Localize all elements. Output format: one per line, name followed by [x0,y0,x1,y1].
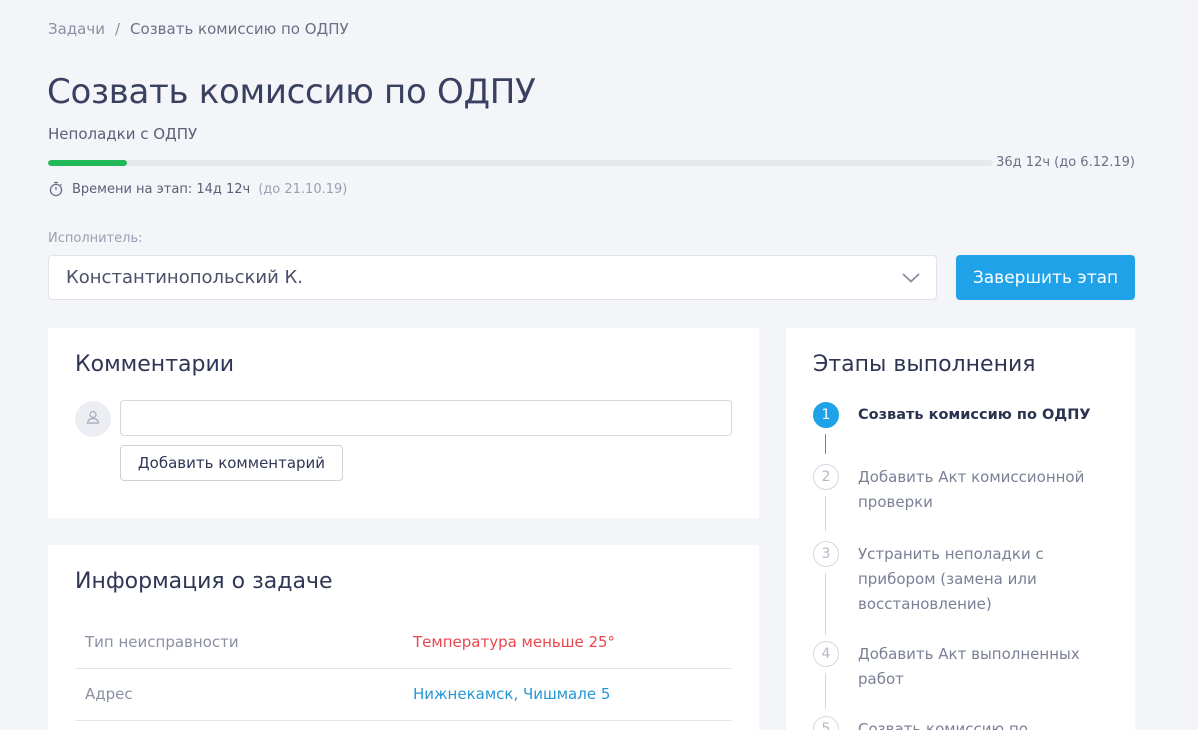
task-info-card: Информация о задаче Тип неисправности Те… [48,545,759,730]
stages-title: Этапы выполнения [813,352,1036,377]
step-label: Созвать комиссию по ОДПУ [858,407,1091,423]
comments-title: Комментарии [75,352,235,377]
finish-stage-button[interactable]: Завершить этап [956,255,1135,300]
task-info-title: Информация о задаче [75,569,333,594]
breadcrumb-current: Созвать комиссию по ОДПУ [130,20,349,38]
stage-time-label: Времени на этап: 14д 12ч [72,181,251,197]
chevron-down-icon [902,267,920,288]
comments-card: Комментарии Добавить комментарий [48,328,759,518]
step-label: Созвать комиссию по [858,720,1028,730]
user-icon [85,409,101,429]
info-row-value: Температура меньше 25° [413,633,616,651]
breadcrumb-root-link[interactable]: Задачи [48,20,105,38]
step-connector [825,496,826,531]
progress-bar-fill [48,160,128,166]
step-number: 4 [813,641,839,667]
step-number: 5 [813,716,839,730]
step-number: 2 [813,464,839,490]
address-link[interactable]: Нижнекамск, Чишмале 5 [413,685,610,703]
stage-time-deadline: (до 21.10.19) [258,181,348,197]
info-row-fault-type: Тип неисправности Температура меньше 25° [75,617,732,669]
step-connector [825,673,826,709]
step-number: 1 [813,402,839,428]
progress-remaining-time: 36д 12ч (до 6.12.19) [996,155,1135,170]
info-row-key: Тип неисправности [85,633,239,651]
stopwatch-icon [48,181,64,197]
assignee-select[interactable]: Константинопольский К. [48,255,937,300]
page-title: Созвать комиссию по ОДПУ [47,72,536,112]
progress-bar [48,160,993,166]
add-comment-button[interactable]: Добавить комментарий [120,445,343,481]
task-category: Неполадки с ОДПУ [48,125,198,143]
step-label: Устранить неполадки с прибором (замена и… [858,545,1044,613]
info-row-key: Адрес [85,685,133,703]
step-connector [825,434,826,454]
avatar [75,401,111,437]
info-row-address: Адрес Нижнекамск, Чишмале 5 [75,669,732,721]
stage-time: Времени на этап: 14д 12ч (до 21.10.19) [48,181,347,197]
step-label: Добавить Акт комиссионной проверки [858,468,1085,511]
step-connector [825,573,826,635]
assignee-value: Константинопольский К. [66,267,303,288]
step-number: 3 [813,541,839,567]
comment-input[interactable] [120,400,732,436]
assignee-label: Исполнитель: [48,231,143,246]
breadcrumb-separator: / [114,20,121,38]
breadcrumb: Задачи / Созвать комиссию по ОДПУ [48,20,349,38]
step-label: Добавить Акт выполненных работ [858,645,1080,688]
stages-card: Этапы выполнения 1 Созвать комиссию по О… [786,328,1135,730]
